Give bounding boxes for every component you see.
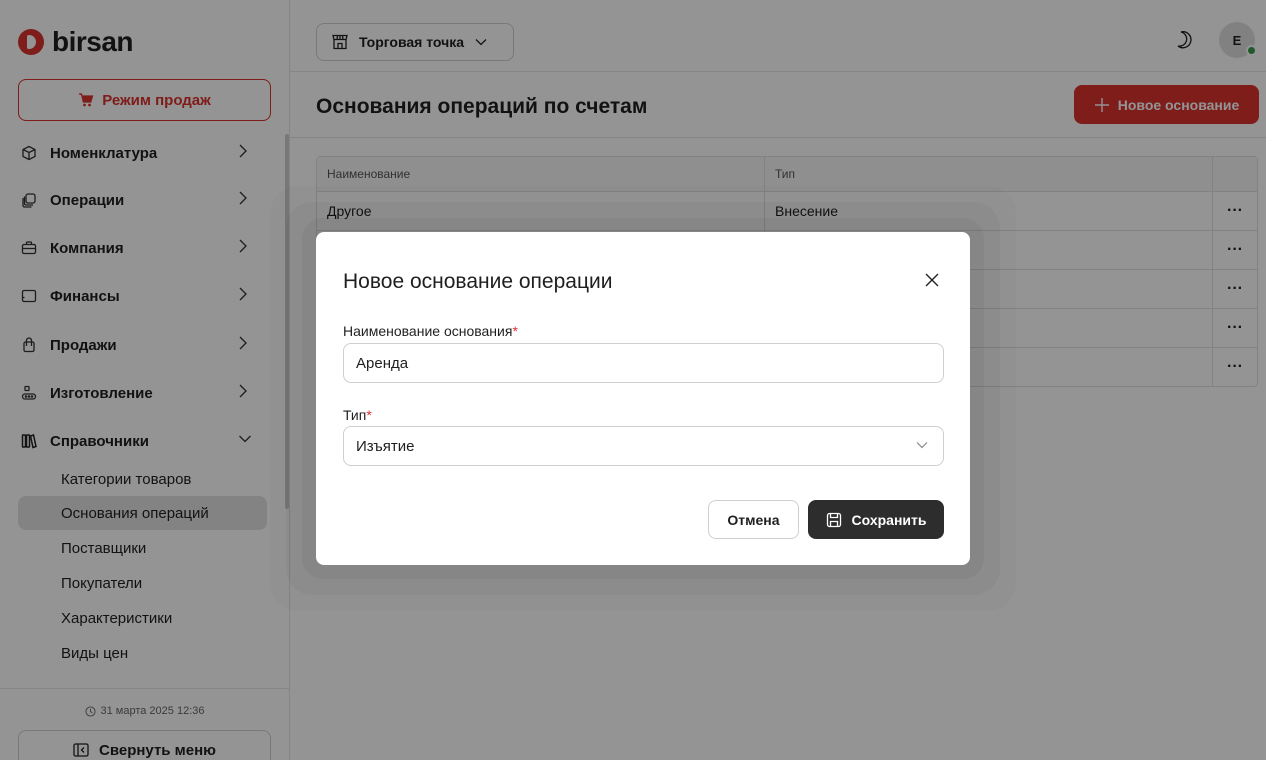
type-field-label: Тип* xyxy=(343,407,372,423)
type-select[interactable]: Изъятие xyxy=(343,426,944,466)
type-label-text: Тип xyxy=(343,407,367,423)
save-label: Сохранить xyxy=(851,511,927,528)
reason-name-input[interactable]: Аренда xyxy=(343,343,944,383)
save-button[interactable]: Сохранить xyxy=(808,500,944,539)
chevron-down-icon xyxy=(916,442,928,449)
type-select-value: Изъятие xyxy=(356,437,415,455)
new-reason-modal: Новое основание операции Наименование ос… xyxy=(316,232,970,565)
required-mark: * xyxy=(512,323,518,339)
close-icon[interactable] xyxy=(922,270,942,290)
modal-title: Новое основание операции xyxy=(343,270,613,293)
reason-name-value: Аренда xyxy=(356,354,409,372)
save-icon xyxy=(826,512,841,527)
required-mark: * xyxy=(366,407,372,423)
name-field-label: Наименование основания* xyxy=(343,323,518,339)
cancel-button[interactable]: Отмена xyxy=(708,500,799,539)
name-label-text: Наименование основания xyxy=(343,323,513,339)
